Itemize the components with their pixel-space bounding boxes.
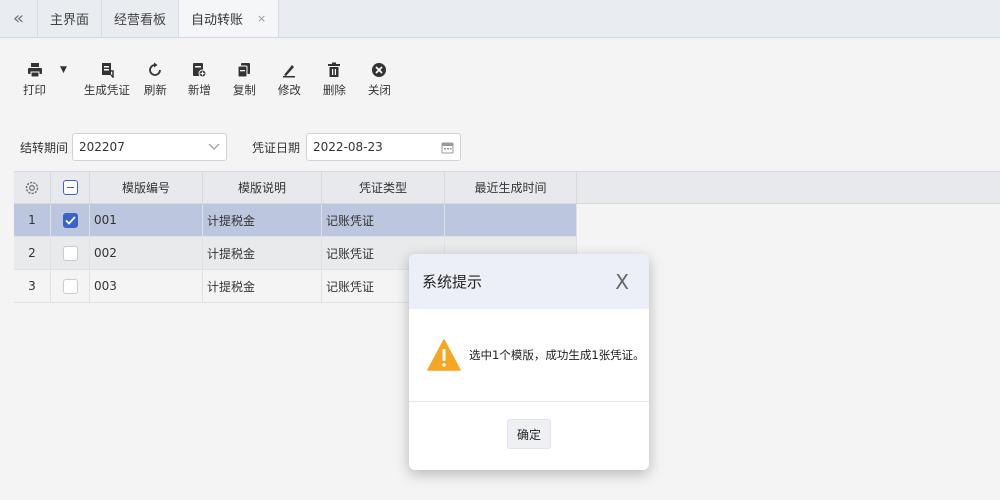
row-index: 3	[14, 270, 51, 302]
date-label: 凭证日期	[252, 140, 301, 155]
print-dropdown-icon[interactable]: ▼	[60, 65, 67, 75]
tab-label: 主界面	[50, 13, 90, 28]
chevron-down-icon	[208, 143, 220, 150]
dialog-message: 选中1个模版，成功生成1张凭证。	[469, 348, 645, 362]
checkbox-box	[62, 245, 78, 261]
date-picker[interactable]: 2022-08-23	[306, 133, 462, 161]
print-button[interactable]: 打印	[23, 62, 46, 98]
trash-icon	[328, 62, 341, 77]
dialog-title: 系统提示	[422, 273, 483, 291]
dialog-header: 系统提示 X	[409, 254, 649, 309]
add-doc-icon	[193, 63, 207, 78]
period-label: 结转期间	[20, 140, 69, 155]
cell-desc: 计提税金	[203, 204, 322, 236]
copy-button[interactable]: 复制	[233, 62, 256, 98]
tab-label: 自动转账	[191, 13, 244, 28]
tool-label: 删除	[322, 83, 346, 97]
generate-voucher-icon	[101, 63, 114, 78]
system-prompt-dialog: 系统提示 X 选中1个模版，成功生成1张凭证。 确定	[409, 254, 649, 470]
tab-label: 经营看板	[114, 13, 167, 28]
tool-label: 刷新	[143, 83, 167, 97]
double-chevron-left-icon[interactable]: «	[0, 0, 38, 37]
tab-close-icon[interactable]: ×	[257, 12, 266, 25]
table-row[interactable]: 1 001 计提税金 记账凭证	[14, 204, 577, 237]
edit-icon	[283, 65, 296, 78]
tool-label: 复制	[232, 83, 256, 97]
cell-code: 003	[90, 270, 203, 302]
cell-desc: 计提税金	[203, 270, 322, 302]
row-checkbox[interactable]	[51, 204, 90, 236]
checkbox-box	[62, 278, 78, 294]
cell-type: 记账凭证	[322, 204, 445, 236]
add-button[interactable]: 新增	[188, 62, 211, 98]
grid-header-filler	[577, 171, 1000, 204]
filter-row: 结转期间 202207 凭证日期 2022-08-23	[0, 132, 462, 162]
refresh-icon	[149, 62, 162, 76]
gear-icon	[25, 181, 39, 194]
date-value: 2022-08-23	[313, 140, 383, 154]
select-all-checkbox[interactable]	[51, 172, 90, 203]
calendar-icon[interactable]	[441, 141, 454, 154]
copy-icon	[237, 63, 251, 78]
tab-main[interactable]: 主界面	[38, 0, 103, 37]
dialog-body: 选中1个模版，成功生成1张凭证。	[409, 309, 649, 402]
period-select[interactable]: 202207	[72, 133, 228, 161]
tool-label: 修改	[277, 83, 301, 97]
cell-code: 001	[90, 204, 203, 236]
cell-desc: 计提税金	[203, 237, 322, 269]
grid-settings[interactable]	[14, 172, 51, 203]
tab-auto-transfer[interactable]: 自动转账 ×	[179, 0, 280, 37]
row-checkbox[interactable]	[51, 237, 90, 269]
col-header-time[interactable]: 最近生成时间	[445, 172, 577, 203]
period-value: 202207	[79, 140, 125, 154]
toolbar: 打印 ▼ 生成凭证 刷新 新增 复制 修改 删除 关闭	[0, 62, 391, 112]
warning-icon	[427, 339, 461, 371]
grid-header: 模版编号 模版说明 凭证类型 最近生成时间	[14, 171, 577, 204]
tool-label: 关闭	[367, 83, 391, 97]
col-header-desc[interactable]: 模版说明	[203, 172, 322, 203]
delete-button[interactable]: 删除	[323, 62, 346, 98]
printer-icon	[27, 63, 42, 78]
cell-time	[445, 204, 577, 236]
close-button[interactable]: 关闭	[368, 62, 391, 98]
close-icon[interactable]: X	[615, 270, 629, 294]
refresh-button[interactable]: 刷新	[144, 62, 167, 98]
minus-icon	[62, 180, 78, 195]
close-circle-icon	[372, 63, 387, 77]
tool-label: 生成凭证	[83, 83, 130, 97]
tool-label: 新增	[187, 83, 211, 97]
col-header-code[interactable]: 模版编号	[90, 172, 203, 203]
ok-button[interactable]: 确定	[507, 419, 551, 449]
cell-code: 002	[90, 237, 203, 269]
check-icon	[62, 212, 78, 228]
tool-label: 打印	[23, 83, 46, 97]
row-checkbox[interactable]	[51, 270, 90, 302]
edit-button[interactable]: 修改	[278, 62, 301, 98]
dialog-footer: 确定	[409, 402, 649, 470]
row-index: 2	[14, 237, 51, 269]
tab-dashboard[interactable]: 经营看板	[102, 0, 180, 37]
tab-bar: « 主界面 经营看板 自动转账 ×	[0, 0, 1000, 38]
row-index: 1	[14, 204, 51, 236]
generate-voucher-button[interactable]: 生成凭证	[84, 62, 130, 98]
col-header-type[interactable]: 凭证类型	[322, 172, 445, 203]
